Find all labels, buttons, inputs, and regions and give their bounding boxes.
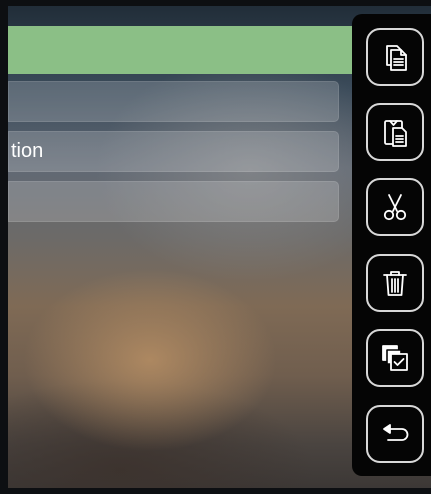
bezel [0, 0, 8, 494]
copy-icon [386, 45, 407, 71]
list-item-label: tion [11, 140, 44, 162]
paste-icon [384, 120, 407, 147]
bezel [0, 0, 431, 6]
scissors-icon [383, 194, 407, 221]
list-item[interactable] [8, 181, 339, 222]
trash-icon [383, 271, 407, 296]
back-icon [383, 424, 409, 441]
edit-toolbar [352, 14, 431, 476]
cut-button[interactable] [366, 178, 424, 236]
select-all-icon [382, 345, 408, 371]
list-item-selected[interactable] [8, 26, 360, 74]
paste-button[interactable] [366, 103, 424, 161]
bezel [0, 488, 431, 494]
delete-button[interactable] [366, 254, 424, 312]
back-button[interactable] [366, 405, 424, 463]
screen: tion [0, 0, 431, 494]
list-item[interactable]: tion [8, 131, 339, 172]
copy-button[interactable] [366, 28, 424, 86]
list-item[interactable] [8, 81, 339, 122]
select-all-button[interactable] [366, 329, 424, 387]
